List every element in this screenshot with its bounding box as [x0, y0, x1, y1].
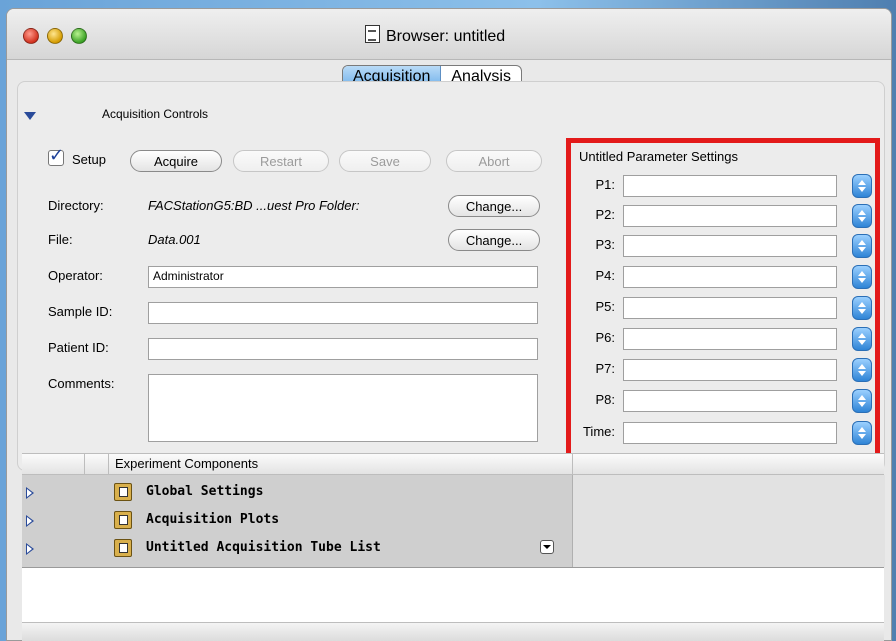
sample-id-label: Sample ID:: [48, 304, 113, 319]
title-bar: Browser: untitled: [7, 9, 891, 60]
patient-id-label: Patient ID:: [48, 340, 109, 355]
column-header-right[interactable]: [572, 454, 839, 474]
param-label-p2: P2:: [595, 207, 615, 222]
param-stepper-p5[interactable]: [852, 296, 872, 320]
param-field-p1[interactable]: [623, 175, 837, 197]
param-label-p4: P4:: [595, 268, 615, 283]
param-stepper-p1[interactable]: [852, 174, 872, 198]
sample-id-field[interactable]: [148, 302, 538, 324]
param-label-time: Time:: [582, 424, 615, 439]
bottom-scroll-bar[interactable]: [22, 622, 884, 641]
param-stepper-p3[interactable]: [852, 234, 872, 258]
param-label-p3: P3:: [595, 237, 615, 252]
param-label-p5: P5:: [595, 299, 615, 314]
comments-field[interactable]: [148, 374, 538, 442]
zoom-window-button[interactable]: [71, 28, 87, 44]
param-label-p7: P7:: [595, 361, 615, 376]
table-row[interactable]: Acquisition Plots: [22, 507, 572, 533]
patient-id-field[interactable]: [148, 338, 538, 360]
column-header-components[interactable]: Experiment Components: [108, 454, 571, 474]
table-header: Experiment Components: [22, 454, 884, 475]
param-stepper-p6[interactable]: [852, 327, 872, 351]
change-directory-button[interactable]: Change...: [448, 195, 540, 217]
expand-triangle-icon[interactable]: [26, 543, 34, 555]
row-label: Acquisition Plots: [146, 512, 280, 527]
param-label-p1: P1:: [595, 177, 615, 192]
settings-folder-icon: [114, 483, 132, 501]
param-label-p8: P8:: [595, 392, 615, 407]
right-column-area: [572, 475, 885, 567]
file-value: Data.001: [148, 232, 201, 247]
param-field-p2[interactable]: [623, 205, 837, 227]
close-window-button[interactable]: [23, 28, 39, 44]
table-body: Global Settings Acquisition Plots Untitl…: [22, 475, 885, 567]
setup-label: Setup: [72, 152, 106, 167]
table-divider: [22, 567, 884, 568]
plots-folder-icon: [114, 511, 132, 529]
param-stepper-p4[interactable]: [852, 265, 872, 289]
param-field-p7[interactable]: [623, 359, 837, 381]
setup-checkbox[interactable]: ✓: [48, 145, 64, 166]
param-stepper-p2[interactable]: [852, 204, 872, 228]
row-label: Global Settings: [146, 484, 264, 499]
table-row[interactable]: Untitled Acquisition Tube List: [22, 535, 572, 561]
parameter-settings-panel: Untitled Parameter Settings P1: P2: P3: …: [566, 138, 880, 461]
operator-field[interactable]: Administrator: [148, 266, 538, 288]
save-button[interactable]: Save: [339, 150, 431, 172]
param-label-p6: P6:: [595, 330, 615, 345]
expand-triangle-icon[interactable]: [26, 487, 34, 499]
header-spacer: [84, 454, 111, 474]
param-stepper-p7[interactable]: [852, 358, 872, 382]
param-stepper-p8[interactable]: [852, 389, 872, 413]
param-field-p8[interactable]: [623, 390, 837, 412]
param-field-p4[interactable]: [623, 266, 837, 288]
dropdown-menu-icon[interactable]: [540, 540, 554, 554]
param-field-p5[interactable]: [623, 297, 837, 319]
minimize-window-button[interactable]: [47, 28, 63, 44]
param-field-p6[interactable]: [623, 328, 837, 350]
tube-list-folder-icon: [114, 539, 132, 557]
change-file-button[interactable]: Change...: [448, 229, 540, 251]
file-label: File:: [48, 232, 73, 247]
collapse-triangle-icon[interactable]: [24, 112, 36, 120]
row-label: Untitled Acquisition Tube List: [146, 540, 381, 555]
experiment-components-table: Experiment Components Global Settings Ac…: [22, 453, 885, 641]
document-icon: [365, 25, 380, 43]
checkmark-icon: ✓: [49, 145, 65, 166]
restart-button[interactable]: Restart: [233, 150, 329, 172]
param-stepper-time[interactable]: [852, 421, 872, 445]
param-field-p3[interactable]: [623, 235, 837, 257]
expand-triangle-icon[interactable]: [26, 515, 34, 527]
parameter-settings-title: Untitled Parameter Settings: [579, 149, 738, 164]
directory-value: FACStationG5:BD ...uest Pro Folder:: [148, 198, 360, 213]
comments-label: Comments:: [48, 376, 115, 391]
acquire-button[interactable]: Acquire: [130, 150, 222, 172]
table-row[interactable]: Global Settings: [22, 479, 572, 505]
window-title-text: Browser: untitled: [386, 28, 506, 45]
param-field-time[interactable]: [623, 422, 837, 444]
abort-button[interactable]: Abort: [446, 150, 542, 172]
directory-label: Directory:: [48, 198, 104, 213]
window-title: Browser: untitled: [365, 25, 505, 46]
operator-label: Operator:: [48, 268, 103, 283]
section-label: Acquisition Controls: [102, 107, 209, 121]
